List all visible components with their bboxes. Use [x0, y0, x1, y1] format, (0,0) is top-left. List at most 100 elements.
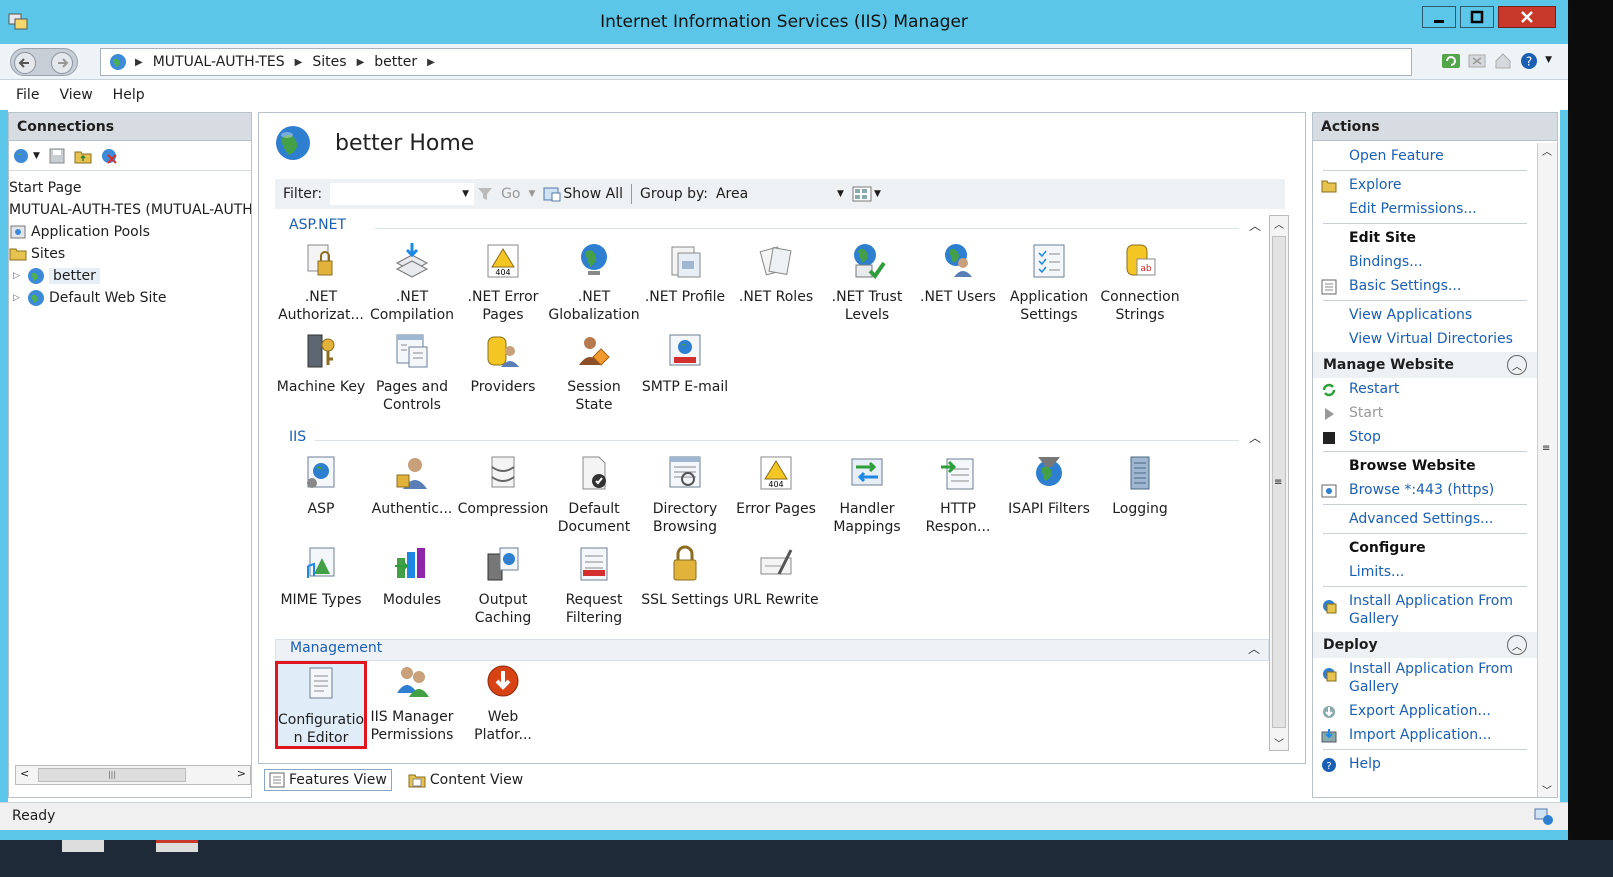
action-install-app-gallery-deploy[interactable]: Install Application From Gallery — [1313, 660, 1537, 696]
action-start[interactable]: Start — [1313, 404, 1537, 422]
collapse-icon[interactable]: ︿ — [1507, 635, 1527, 655]
action-view-virtual-directories[interactable]: View Virtual Directories — [1313, 330, 1537, 348]
refresh-icon[interactable] — [1441, 51, 1461, 71]
view-mode-dropdown-icon[interactable]: ▼ — [874, 189, 881, 199]
taskbar-item[interactable] — [62, 840, 104, 852]
feature-directory-browsing[interactable]: Directory Browsing — [639, 453, 731, 541]
feature-session-state[interactable]: Session State — [548, 331, 640, 419]
tab-content-view[interactable]: Content View — [404, 770, 527, 790]
feature-ssl-settings[interactable]: SSL Settings — [639, 544, 731, 632]
scroll-down-icon[interactable]: ﹀ — [1542, 782, 1552, 797]
feature-net-error-pages[interactable]: 404 .NET Error Pages — [457, 241, 549, 329]
menu-view[interactable]: View — [59, 87, 92, 103]
tree-item-server[interactable]: MUTUAL-AUTH-TES (MUTUAL-AUTH — [9, 199, 251, 221]
scroll-down-icon[interactable]: ﹀ — [1274, 735, 1284, 750]
action-view-applications[interactable]: View Applications — [1313, 306, 1537, 324]
collapse-icon[interactable]: ︿ — [1249, 429, 1261, 446]
tree-item-start-page[interactable]: Start Page — [9, 177, 251, 199]
scroll-up-icon[interactable]: ︿ — [1542, 143, 1552, 158]
action-help[interactable]: ? Help — [1313, 755, 1537, 773]
expand-icon[interactable]: ▷ — [13, 293, 27, 303]
feature-machine-key[interactable]: Machine Key — [275, 331, 367, 419]
action-bindings[interactable]: Bindings... — [1313, 253, 1537, 271]
connect-dropdown-icon[interactable]: ▼ — [33, 151, 40, 161]
section-aspnet[interactable]: ASP.NET ︿ — [275, 217, 1269, 239]
feature-request-filtering[interactable]: Request Filtering — [548, 544, 640, 632]
menu-file[interactable]: File — [16, 87, 39, 103]
actions-vscrollbar[interactable]: ︿ ≡ ﹀ — [1537, 143, 1557, 797]
tree-item-better[interactable]: ▷ better — [9, 265, 251, 287]
action-browse-443[interactable]: Browse *:443 (https) — [1313, 481, 1537, 499]
section-iis[interactable]: IIS ︿ — [275, 429, 1269, 451]
group-by-select[interactable]: Area ▼ — [716, 183, 844, 205]
up-folder-icon[interactable] — [74, 147, 92, 165]
action-limits[interactable]: Limits... — [1313, 563, 1537, 581]
show-all-button[interactable]: Show All — [563, 186, 623, 202]
breadcrumb-sites[interactable]: Sites — [312, 54, 346, 70]
breadcrumb-arrow-icon[interactable]: ▶ — [357, 57, 365, 68]
filter-input[interactable] — [330, 183, 475, 205]
action-stop[interactable]: Stop — [1313, 428, 1537, 446]
feature-iis-manager-permissions[interactable]: IIS Manager Permissions — [366, 661, 458, 749]
breadcrumb-arrow-icon[interactable]: ▶ — [295, 57, 303, 68]
feature-modules[interactable]: Modules — [366, 544, 458, 632]
scroll-grip-icon[interactable]: ≡ — [1542, 443, 1550, 454]
breadcrumb-server[interactable]: MUTUAL-AUTH-TES — [153, 54, 285, 70]
collapse-icon[interactable]: ︿ — [1248, 640, 1260, 657]
feature-net-profile[interactable]: .NET Profile — [639, 241, 731, 329]
feature-logging[interactable]: Logging — [1094, 453, 1186, 541]
maximize-button[interactable] — [1460, 6, 1494, 28]
breadcrumb-site[interactable]: better — [374, 54, 417, 70]
action-install-app-gallery[interactable]: Install Application From Gallery — [1313, 592, 1537, 628]
section-manage-website[interactable]: Manage Website ︿ — [1313, 352, 1537, 378]
connect-icon[interactable] — [13, 147, 31, 165]
address-bar[interactable]: ▶ MUTUAL-AUTH-TES ▶ Sites ▶ better ▶ — [100, 48, 1412, 76]
home-icon[interactable] — [1493, 51, 1513, 71]
collapse-icon[interactable]: ︿ — [1507, 355, 1527, 375]
feature-net-trust-levels[interactable]: .NET Trust Levels — [821, 241, 913, 329]
breadcrumb-arrow-icon[interactable]: ▶ — [427, 57, 435, 68]
scroll-thumb[interactable]: ||| — [38, 768, 186, 782]
feature-url-rewrite[interactable]: URL Rewrite — [730, 544, 822, 632]
help-dropdown-icon[interactable]: ▼ — [1545, 55, 1552, 71]
section-deploy[interactable]: Deploy ︿ — [1313, 632, 1537, 658]
feature-smtp-email[interactable]: SMTP E-mail — [639, 331, 731, 419]
stop-icon[interactable] — [1467, 51, 1487, 71]
view-mode-icon[interactable] — [852, 186, 872, 202]
connections-hscrollbar[interactable]: < ||| > — [15, 765, 251, 785]
go-dropdown-icon[interactable]: ▼ — [529, 189, 536, 199]
minimize-button[interactable] — [1422, 6, 1456, 28]
menu-help[interactable]: Help — [113, 87, 145, 103]
action-open-feature[interactable]: Open Feature — [1313, 147, 1537, 165]
scroll-up-icon[interactable]: ︿ — [1274, 216, 1284, 231]
delete-connection-icon[interactable] — [100, 147, 118, 165]
feature-web-platform-installer[interactable]: Web Platfor... — [457, 661, 549, 749]
feature-mime-types[interactable]: MIME Types — [275, 544, 367, 632]
tree-item-default-web-site[interactable]: ▷ Default Web Site — [9, 287, 251, 309]
feature-output-caching[interactable]: Output Caching — [457, 544, 549, 632]
feature-net-users[interactable]: .NET Users — [912, 241, 1004, 329]
action-export-application[interactable]: Export Application... — [1313, 702, 1537, 720]
close-button[interactable] — [1498, 6, 1556, 28]
collapse-icon[interactable]: ︿ — [1249, 217, 1261, 234]
back-button[interactable] — [14, 52, 36, 74]
feature-net-roles[interactable]: .NET Roles — [730, 241, 822, 329]
tree-item-sites[interactable]: Sites — [9, 243, 251, 265]
feature-connection-strings[interactable]: ab Connection Strings — [1094, 241, 1186, 329]
feature-isapi-filters[interactable]: ISAPI Filters — [1003, 453, 1095, 541]
go-filter-icon[interactable] — [477, 186, 493, 202]
feature-net-globalization[interactable]: .NET Globalization — [548, 241, 640, 329]
features-vscrollbar[interactable]: ︿ ≡ ﹀ — [1269, 215, 1289, 751]
action-import-application[interactable]: Import Application... — [1313, 726, 1537, 744]
action-edit-permissions[interactable]: Edit Permissions... — [1313, 200, 1537, 218]
expand-icon[interactable]: ▷ — [13, 271, 27, 281]
feature-configuration-editor[interactable]: Configuratio n Editor — [275, 661, 367, 749]
action-explore[interactable]: Explore — [1313, 176, 1537, 194]
go-button[interactable]: Go — [501, 186, 520, 202]
feature-handler-mappings[interactable]: Handler Mappings — [821, 453, 913, 541]
action-basic-settings[interactable]: Basic Settings... — [1313, 277, 1537, 295]
scroll-right-icon[interactable]: > — [237, 767, 246, 780]
scroll-thumb[interactable]: ≡ — [1272, 236, 1286, 728]
action-advanced-settings[interactable]: Advanced Settings... — [1313, 510, 1537, 528]
save-icon[interactable] — [48, 147, 66, 165]
